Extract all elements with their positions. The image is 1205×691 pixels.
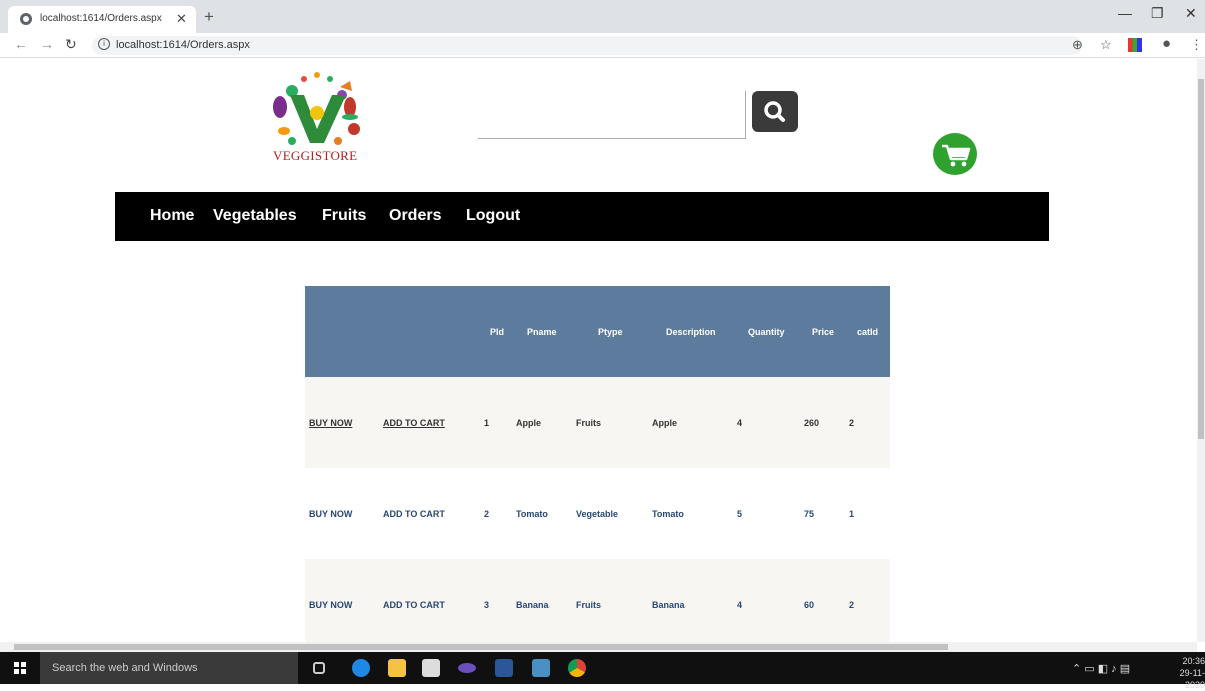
cell-pname: Banana <box>516 600 549 610</box>
chrome-icon[interactable] <box>568 659 586 677</box>
main-menu: Home Vegetables Fruits Orders Logout <box>115 192 1049 241</box>
menu-vegetables[interactable]: Vegetables <box>213 207 297 225</box>
reload-icon[interactable]: ↻ <box>65 36 77 53</box>
cell-catid: 1 <box>849 509 855 519</box>
col-header-ptype: Ptype <box>598 327 623 337</box>
buy-now-link[interactable]: BUY NOW <box>309 418 352 428</box>
cell-quantity: 4 <box>737 600 743 610</box>
extension-icon[interactable] <box>1128 38 1142 52</box>
scroll-thumb[interactable] <box>14 644 948 650</box>
taskbar: Search the web and Windows ⌃ ▭ ◧ ♪ ▤ 20:… <box>0 652 1205 690</box>
restore-button[interactable]: ❐ <box>1151 5 1164 22</box>
grid-header: PId Pname Ptype Description Quantity Pri… <box>305 286 890 377</box>
file-explorer-icon[interactable] <box>388 659 406 677</box>
cell-pid: 3 <box>484 600 490 610</box>
cell-description: Apple <box>652 418 678 428</box>
close-window-button[interactable]: ✕ <box>1185 5 1197 22</box>
add-to-cart-link[interactable]: ADD TO CART <box>383 418 445 428</box>
address-bar[interactable]: i localhost:1614/Orders.aspx <box>92 36 1082 55</box>
visual-studio-icon[interactable] <box>458 663 476 673</box>
url-text: localhost:1614/Orders.aspx <box>116 39 250 51</box>
menu-home[interactable]: Home <box>150 207 194 225</box>
word-icon[interactable] <box>495 659 513 677</box>
new-tab-button[interactable]: + <box>204 7 214 27</box>
col-header-description: Description <box>666 327 716 337</box>
windows-start-icon[interactable] <box>14 662 26 674</box>
menu-fruits[interactable]: Fruits <box>322 207 366 225</box>
taskbar-search[interactable]: Search the web and Windows <box>40 652 298 684</box>
cell-ptype: Fruits <box>576 600 602 610</box>
cell-pid: 1 <box>484 418 490 428</box>
col-header-catid: catId <box>857 327 879 337</box>
taskbar-clock[interactable]: 20:36 29-11-2020 <box>1160 655 1205 691</box>
cell-catid: 2 <box>849 600 855 610</box>
bookmark-star-icon[interactable]: ☆ <box>1100 37 1112 53</box>
cell-description: Tomato <box>652 509 684 519</box>
profile-icon[interactable]: ● <box>1162 35 1171 52</box>
vertical-scrollbar[interactable] <box>1197 59 1205 642</box>
col-header-quantity: Quantity <box>748 327 785 337</box>
cell-pid: 2 <box>484 509 490 519</box>
forward-icon[interactable]: → <box>40 36 54 52</box>
scroll-thumb[interactable] <box>1198 79 1204 439</box>
cell-price: 60 <box>804 600 815 610</box>
search-button[interactable] <box>752 91 798 132</box>
menu-dots-icon[interactable]: ⋮ <box>1190 37 1203 53</box>
search-icon <box>764 101 785 122</box>
cell-price: 260 <box>804 418 820 428</box>
search-input[interactable] <box>478 91 746 139</box>
col-header-price: Price <box>812 327 835 337</box>
cell-ptype: Fruits <box>576 418 602 428</box>
cell-catid: 2 <box>849 418 855 428</box>
logo-text: VEGGISTORE <box>273 148 358 163</box>
minimize-button[interactable]: — <box>1118 5 1132 21</box>
shopping-cart-icon <box>942 144 971 167</box>
browser-tab[interactable]: localhost:1614/Orders.aspx ✕ <box>8 6 196 33</box>
info-icon[interactable]: i <box>98 38 110 50</box>
taskbar-search-placeholder: Search the web and Windows <box>52 662 198 674</box>
table-row: BUY NOW ADD TO CART 1 Apple Fruits Apple… <box>305 377 890 468</box>
menu-logout[interactable]: Logout <box>466 207 520 225</box>
store-icon[interactable] <box>422 659 440 677</box>
cell-price: 75 <box>804 509 815 519</box>
app-icon[interactable] <box>532 659 550 677</box>
add-to-cart-link[interactable]: ADD TO CART <box>383 600 445 610</box>
cell-pname: Apple <box>516 418 542 428</box>
tab-title: localhost:1614/Orders.aspx <box>40 13 162 24</box>
buy-now-link[interactable]: BUY NOW <box>309 600 352 610</box>
page-viewport: VEGGISTORE Home Vegetables Fruits Orders… <box>0 59 1197 642</box>
buy-now-link[interactable]: BUY NOW <box>309 509 352 519</box>
col-header-pid: PId <box>490 327 505 337</box>
clock-date: 29-11-2020 <box>1179 668 1205 690</box>
clock-time: 20:36 <box>1182 656 1205 666</box>
add-to-cart-link[interactable]: ADD TO CART <box>383 509 445 519</box>
cell-quantity: 5 <box>737 509 743 519</box>
cell-pname: Tomato <box>516 509 548 519</box>
close-tab-icon[interactable]: ✕ <box>176 11 187 27</box>
browser-toolbar: ← → ↻ i localhost:1614/Orders.aspx ⊕ ☆ ●… <box>0 33 1205 58</box>
zoom-icon[interactable]: ⊕ <box>1072 37 1083 53</box>
task-view-icon[interactable] <box>313 662 325 674</box>
cart-button[interactable] <box>933 133 977 175</box>
tab-strip: localhost:1614/Orders.aspx ✕ + — ❐ ✕ <box>0 0 1205 33</box>
menu-orders[interactable]: Orders <box>389 207 441 225</box>
edge-icon[interactable] <box>352 659 370 677</box>
cell-ptype: Vegetable <box>576 509 619 519</box>
back-icon[interactable]: ← <box>14 36 28 52</box>
cell-quantity: 4 <box>737 418 743 428</box>
table-row: BUY NOW ADD TO CART 2 Tomato Vegetable T… <box>305 468 890 559</box>
horizontal-scrollbar[interactable] <box>0 642 1197 652</box>
table-row: BUY NOW ADD TO CART 3 Banana Fruits Bana… <box>305 559 890 642</box>
system-tray-icons[interactable]: ⌃ ▭ ◧ ♪ ▤ <box>1072 662 1130 675</box>
col-header-pname: Pname <box>527 327 557 337</box>
globe-icon <box>20 13 32 25</box>
cell-description: Banana <box>652 600 685 610</box>
